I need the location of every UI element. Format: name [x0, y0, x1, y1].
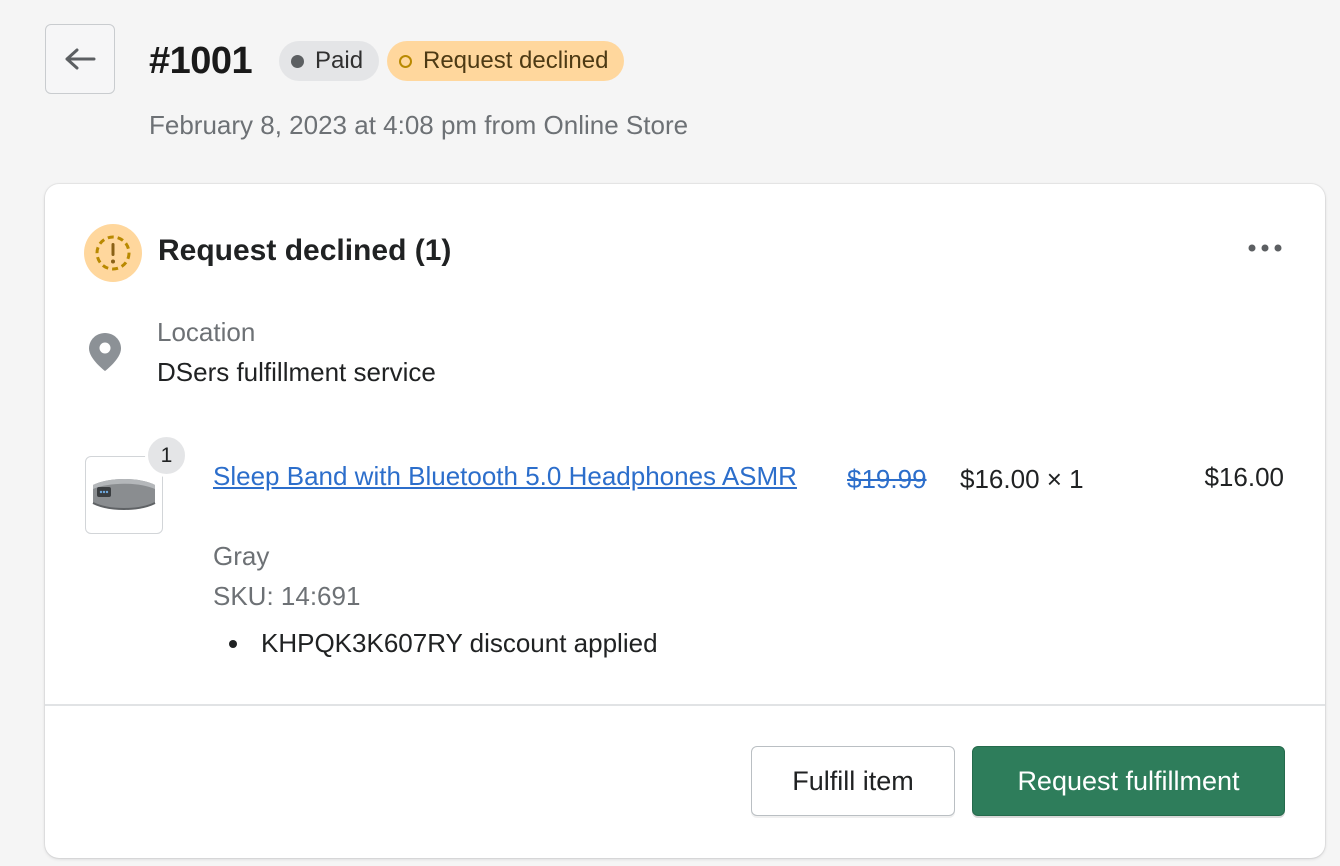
location-pin-icon — [89, 333, 121, 371]
paid-badge-label: Paid — [315, 47, 364, 74]
order-number: #1001 — [149, 40, 253, 82]
back-button[interactable] — [45, 24, 115, 94]
order-page: #1001 Paid Request declined February 8, … — [0, 0, 1340, 866]
original-price: $19.99 — [847, 464, 927, 494]
alert-circle-icon — [84, 224, 142, 282]
location-label: Location — [157, 317, 256, 347]
discount-text: KHPQK3K607RY discount applied — [261, 628, 658, 658]
more-horizontal-icon — [1248, 244, 1282, 252]
bullet-icon — [229, 639, 237, 648]
arrow-left-icon — [65, 48, 96, 70]
card-title: Request declined (1) — [158, 234, 452, 267]
product-title-link[interactable]: Sleep Band with Bluetooth 5.0 Headphones… — [213, 456, 803, 496]
product-sku: SKU: 14:691 — [213, 581, 361, 611]
fulfillment-card: Request declined (1) Location DSers fulf… — [45, 184, 1325, 858]
paid-status-badge: Paid — [279, 41, 380, 81]
divider — [45, 704, 1325, 706]
paid-dot-icon — [291, 54, 304, 68]
discount-note: KHPQK3K607RY discount applied — [229, 628, 658, 659]
headband-image — [92, 479, 156, 510]
request-fulfillment-button[interactable]: Request fulfillment — [972, 746, 1285, 816]
fulfill-item-button[interactable]: Fulfill item — [751, 746, 955, 816]
unit-price: $16.00 × 1 — [960, 464, 1084, 494]
more-actions-button[interactable] — [1245, 234, 1285, 262]
quantity-badge: 1 — [145, 434, 188, 477]
order-meta: February 8, 2023 at 4:08 pm from Online … — [149, 110, 689, 140]
declined-ring-icon — [399, 54, 412, 68]
declined-badge-label: Request declined — [423, 47, 609, 74]
product-variant: Gray — [213, 541, 270, 571]
declined-status-badge: Request declined — [387, 41, 625, 81]
line-total: $16.00 — [1204, 462, 1284, 492]
location-value: DSers fulfillment service — [157, 357, 436, 387]
